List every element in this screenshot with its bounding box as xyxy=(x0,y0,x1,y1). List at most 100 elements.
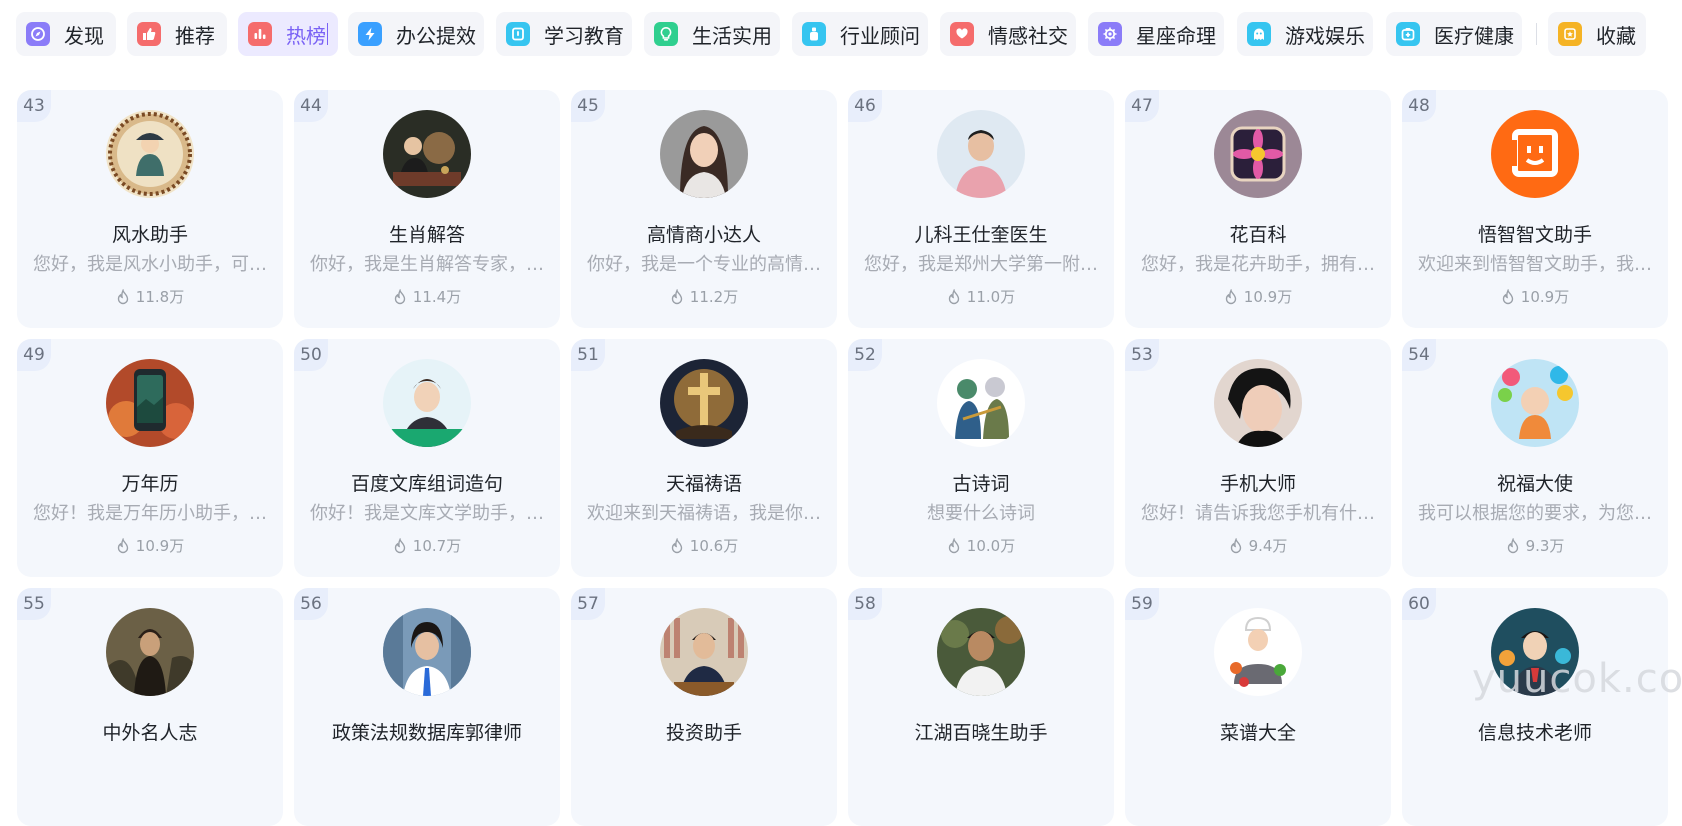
agent-card[interactable]: 58 江湖百晓生助手 xyxy=(848,588,1114,826)
agent-description: 你好，我是一个专业的高情商沟通助手 xyxy=(587,254,821,275)
heat-value: 11.0万 xyxy=(966,288,1016,306)
flame-icon xyxy=(671,537,682,553)
avatar xyxy=(1491,110,1579,198)
heat-value: 10.6万 xyxy=(689,537,739,555)
agent-name: 手机大师 xyxy=(1219,473,1296,495)
flame-icon xyxy=(948,288,959,304)
avatar xyxy=(1214,359,1302,447)
heat-value: 11.8万 xyxy=(135,288,185,306)
agent-card[interactable]: 56 政策法规数据库郭律师 xyxy=(294,588,560,826)
agent-name: 江湖百晓生助手 xyxy=(914,722,1048,744)
avatar xyxy=(1491,359,1579,447)
agent-card[interactable]: 46 儿科王仕奎医生 您好，我是郑州大学第一附属医院儿科 11.0万 xyxy=(848,90,1114,328)
agent-card[interactable]: 47 花百科 您好，我是花卉助手，拥有丰富的花卉 10.9万 xyxy=(1125,90,1391,328)
rank-badge: 57 xyxy=(571,588,605,620)
flame-icon xyxy=(117,537,128,553)
avatar xyxy=(937,359,1025,447)
avatar xyxy=(383,608,471,696)
heat-count: 11.2万 xyxy=(571,286,837,307)
avatar xyxy=(106,608,194,696)
avatar xyxy=(383,110,471,198)
agent-description: 欢迎来到天福祷语，我是你的祷告助手 xyxy=(587,503,821,524)
heat-value: 9.3万 xyxy=(1525,537,1565,555)
avatar xyxy=(1491,608,1579,696)
agent-name: 生肖解答 xyxy=(388,224,465,246)
agent-card[interactable]: 57 投资助手 xyxy=(571,588,837,826)
flame-icon xyxy=(394,537,405,553)
agent-card[interactable]: 59 菜谱大全 xyxy=(1125,588,1391,826)
rank-badge: 51 xyxy=(571,339,605,371)
avatar xyxy=(660,359,748,447)
avatar xyxy=(106,110,194,198)
agent-card[interactable]: 52 古诗词 想要什么诗词 10.0万 xyxy=(848,339,1114,577)
heat-value: 9.4万 xyxy=(1248,537,1288,555)
agent-card[interactable]: 53 手机大师 您好！请告诉我您手机有什么问题 9.4万 xyxy=(1125,339,1391,577)
flame-icon xyxy=(394,288,405,304)
rank-badge: 56 xyxy=(294,588,328,620)
flame-icon xyxy=(1230,537,1241,553)
agent-name: 投资助手 xyxy=(665,722,742,744)
agent-description: 您好，我是风水小助手，可以为您解答 xyxy=(33,254,267,275)
heat-value: 11.4万 xyxy=(412,288,462,306)
heat-count: 11.4万 xyxy=(294,286,560,307)
agent-card[interactable]: 45 高情商小达人 你好，我是一个专业的高情商沟通助手 11.2万 xyxy=(571,90,837,328)
rank-badge: 50 xyxy=(294,339,328,371)
agent-name: 菜谱大全 xyxy=(1219,722,1296,744)
heat-value: 10.9万 xyxy=(135,537,185,555)
agent-name: 悟智智文助手 xyxy=(1477,224,1592,246)
rank-badge: 49 xyxy=(17,339,51,371)
agent-card[interactable]: 43 风水助手 您好，我是风水小助手，可以为您解答 11.8万 xyxy=(17,90,283,328)
flame-icon xyxy=(117,288,128,304)
agent-name: 百度文库组词造句 xyxy=(350,473,503,495)
agent-card[interactable]: 54 祝福大使 我可以根据您的要求，为您生成祝福语 9.3万 xyxy=(1402,339,1668,577)
avatar xyxy=(937,608,1025,696)
flame-icon xyxy=(671,288,682,304)
heat-count: 10.7万 xyxy=(294,535,560,556)
heat-count: 10.9万 xyxy=(17,535,283,556)
heat-count: 10.6万 xyxy=(571,535,837,556)
rank-badge: 52 xyxy=(848,339,882,371)
rank-badge: 55 xyxy=(17,588,51,620)
flame-icon xyxy=(1225,288,1236,304)
heat-count: 10.9万 xyxy=(1125,286,1391,307)
agent-name: 天福祷语 xyxy=(665,473,742,495)
rank-badge: 45 xyxy=(571,90,605,122)
avatar xyxy=(1214,110,1302,198)
rank-badge: 46 xyxy=(848,90,882,122)
agent-card[interactable]: 44 生肖解答 你好，我是生肖解答专家，有什么问题 11.4万 xyxy=(294,90,560,328)
agent-card[interactable]: 60 信息技术老师 xyxy=(1402,588,1668,826)
agent-card[interactable]: 48 悟智智文助手 欢迎来到悟智智文助手，我可以帮助你 10.9万 xyxy=(1402,90,1668,328)
agent-description: 您好，我是花卉助手，拥有丰富的花卉 xyxy=(1141,254,1375,275)
avatar xyxy=(1214,608,1302,696)
agent-description: 欢迎来到悟智智文助手，我可以帮助你 xyxy=(1418,254,1652,275)
agent-name: 信息技术老师 xyxy=(1477,722,1592,744)
agent-card[interactable]: 51 天福祷语 欢迎来到天福祷语，我是你的祷告助手 10.6万 xyxy=(571,339,837,577)
agent-name: 万年历 xyxy=(121,473,179,495)
heat-count: 10.0万 xyxy=(848,535,1114,556)
agent-description: 您好！我是万年历小助手，可以帮您查询 xyxy=(33,503,267,524)
agent-name: 政策法规数据库郭律师 xyxy=(331,722,522,744)
agent-card[interactable]: 55 中外名人志 xyxy=(17,588,283,826)
agent-name: 高情商小达人 xyxy=(646,224,761,246)
heat-value: 10.7万 xyxy=(412,537,462,555)
heat-value: 11.2万 xyxy=(689,288,739,306)
agent-card[interactable]: 49 万年历 您好！我是万年历小助手，可以帮您查询 10.9万 xyxy=(17,339,283,577)
avatar xyxy=(660,608,748,696)
agent-description: 我可以根据您的要求，为您生成祝福语 xyxy=(1418,503,1652,524)
agent-card[interactable]: 50 百度文库组词造句 你好！我是文库文学助手，可以帮你组词 10.7万 xyxy=(294,339,560,577)
rank-badge: 59 xyxy=(1125,588,1159,620)
agent-name: 风水助手 xyxy=(111,224,188,246)
agent-name: 儿科王仕奎医生 xyxy=(914,224,1048,246)
agent-name: 中外名人志 xyxy=(102,722,198,744)
agent-description: 想要什么诗词 xyxy=(927,503,1035,524)
heat-count: 11.0万 xyxy=(848,286,1114,307)
heat-count: 9.3万 xyxy=(1402,535,1668,556)
rank-badge: 58 xyxy=(848,588,882,620)
heat-count: 11.8万 xyxy=(17,286,283,307)
agent-name: 花百科 xyxy=(1229,224,1287,246)
avatar xyxy=(106,359,194,447)
flame-icon xyxy=(1502,288,1513,304)
heat-value: 10.9万 xyxy=(1520,288,1570,306)
heat-value: 10.9万 xyxy=(1243,288,1293,306)
agent-description: 你好！我是文库文学助手，可以帮你组词 xyxy=(310,503,544,524)
